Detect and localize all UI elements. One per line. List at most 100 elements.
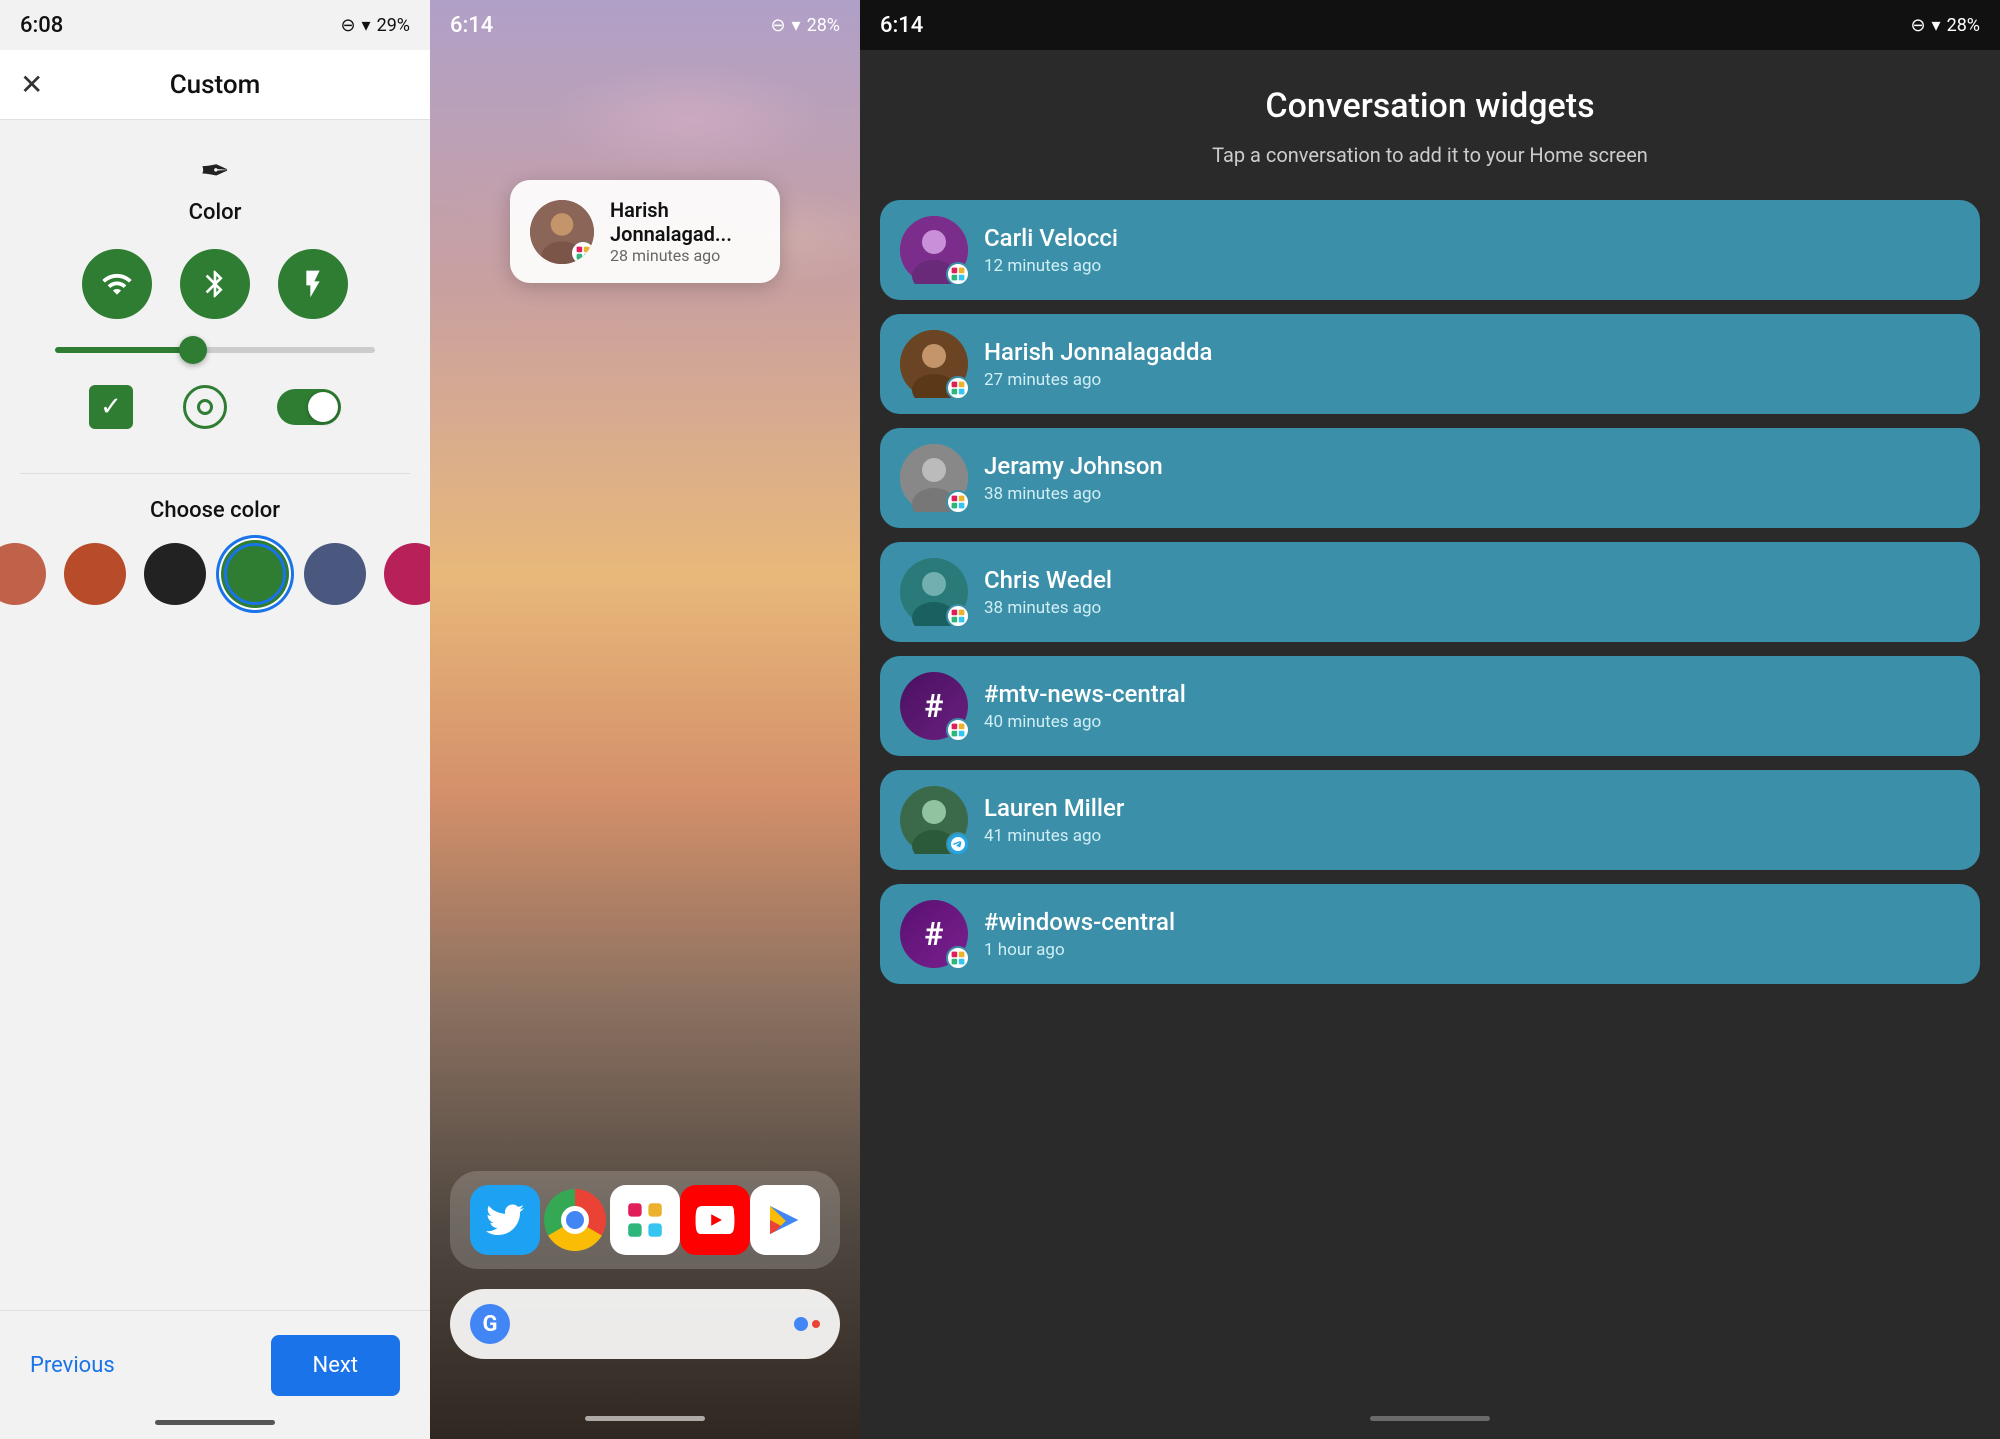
- flashlight-circle-icon[interactable]: [278, 249, 348, 319]
- cw-slack-badge-chris: [946, 604, 970, 628]
- google-mic-icon: [794, 1317, 820, 1331]
- cw-item-lauren[interactable]: Lauren Miller 41 minutes ago: [880, 770, 1980, 870]
- cw-item-mtv[interactable]: # #mtv-news-central 40 minutes ago: [880, 656, 1980, 756]
- bottom-bar-1: [155, 1420, 275, 1425]
- next-button[interactable]: Next: [271, 1335, 400, 1396]
- radio-control[interactable]: [183, 385, 227, 429]
- dock-chrome[interactable]: [540, 1185, 610, 1255]
- cw-name-jeramy: Jeramy Johnson: [984, 452, 1960, 480]
- cw-header: Conversation widgets Tap a conversation …: [860, 50, 2000, 190]
- close-button[interactable]: ✕: [20, 68, 43, 101]
- dock-slack[interactable]: [610, 1185, 680, 1255]
- cw-slack-badge-jeramy: [946, 490, 970, 514]
- dnd-icon-1: ⊖: [340, 15, 355, 36]
- status-bar-1: 6:08 ⊖ ▾ 29%: [0, 0, 430, 50]
- swatch-4[interactable]: [304, 543, 366, 605]
- toggle-control[interactable]: [277, 389, 341, 425]
- cw-item-carli[interactable]: Carli Velocci 12 minutes ago: [880, 200, 1980, 300]
- checkbox-control[interactable]: ✓: [89, 385, 133, 429]
- home-search-bar[interactable]: G: [450, 1289, 840, 1359]
- status-time-1: 6:08: [20, 13, 63, 38]
- cw-item-windows[interactable]: # #windows-central 1 hour ago: [880, 884, 1980, 984]
- cw-bottom-bar: [1370, 1416, 1490, 1421]
- cw-time-carli: 12 minutes ago: [984, 256, 1960, 276]
- cw-avatar-carli: [900, 216, 968, 284]
- cw-time-chris: 38 minutes ago: [984, 598, 1960, 618]
- dock-twitter[interactable]: [470, 1185, 540, 1255]
- widget-time: 28 minutes ago: [610, 246, 760, 265]
- custom-footer: Previous Next: [0, 1310, 430, 1420]
- google-g-logo: G: [470, 1304, 510, 1344]
- wifi-circle-icon[interactable]: [82, 249, 152, 319]
- swatch-3-selected[interactable]: [224, 543, 286, 605]
- cw-slack-badge-mtv: [946, 718, 970, 742]
- cw-info-mtv: #mtv-news-central 40 minutes ago: [984, 680, 1960, 732]
- dock-playstore[interactable]: [750, 1185, 820, 1255]
- color-slider[interactable]: [55, 347, 375, 353]
- cw-name-mtv: #mtv-news-central: [984, 680, 1960, 708]
- slider-track: [55, 347, 375, 353]
- cw-info-carli: Carli Velocci 12 minutes ago: [984, 224, 1960, 276]
- cw-status-time: 6:14: [880, 13, 923, 38]
- cw-status-bar: 6:14 ⊖ ▾ 28%: [860, 0, 2000, 50]
- home-status-time: 6:14: [450, 13, 493, 38]
- home-status-bar: 6:14 ⊖ ▾ 28%: [430, 0, 860, 50]
- slider-thumb[interactable]: [179, 336, 207, 364]
- cw-battery: 28%: [1947, 15, 1980, 36]
- cw-info-jeramy: Jeramy Johnson 38 minutes ago: [984, 452, 1960, 504]
- home-dock: [450, 1171, 840, 1269]
- custom-header: ✕ Custom: [0, 50, 430, 120]
- dock-youtube[interactable]: [680, 1185, 750, 1255]
- cw-time-jeramy: 38 minutes ago: [984, 484, 1960, 504]
- cw-avatar-harish: [900, 330, 968, 398]
- cw-wifi-icon: ▾: [1932, 15, 1941, 36]
- panel-conv-widgets: 6:14 ⊖ ▾ 28% Conversation widgets Tap a …: [860, 0, 2000, 1439]
- cw-name-windows: #windows-central: [984, 908, 1960, 936]
- custom-title: Custom: [170, 70, 261, 100]
- cw-slack-badge-carli: [946, 262, 970, 286]
- cw-info-windows: #windows-central 1 hour ago: [984, 908, 1960, 960]
- controls-row: ✓: [89, 385, 341, 429]
- radio-inner: [197, 399, 213, 415]
- cw-avatar-chris: [900, 558, 968, 626]
- home-battery: 28%: [807, 15, 840, 36]
- swatch-1[interactable]: [64, 543, 126, 605]
- home-status-icons: ⊖ ▾ 28%: [770, 15, 840, 36]
- cw-avatar-windows: #: [900, 900, 968, 968]
- swatch-2[interactable]: [144, 543, 206, 605]
- color-swatches: [0, 543, 446, 605]
- cw-info-chris: Chris Wedel 38 minutes ago: [984, 566, 1960, 618]
- custom-body: ✒ Color ✓: [0, 120, 430, 1310]
- bluetooth-circle-icon[interactable]: [180, 249, 250, 319]
- cw-slack-badge-harish: [946, 376, 970, 400]
- choose-color-label: Choose color: [150, 498, 280, 523]
- cw-item-harish[interactable]: Harish Jonnalagadda 27 minutes ago: [880, 314, 1980, 414]
- home-dnd-icon: ⊖: [770, 15, 785, 36]
- cw-item-chris[interactable]: Chris Wedel 38 minutes ago: [880, 542, 1980, 642]
- cw-time-mtv: 40 minutes ago: [984, 712, 1960, 732]
- cw-conversation-list: Carli Velocci 12 minutes ago: [860, 190, 2000, 1404]
- widget-avatar: [530, 200, 594, 264]
- home-bottom-bar: [585, 1416, 705, 1421]
- cw-name-harish: Harish Jonnalagadda: [984, 338, 1960, 366]
- cw-slack-badge-windows: [946, 946, 970, 970]
- conversation-widget[interactable]: Harish Jonnalagad... 28 minutes ago: [510, 180, 780, 283]
- panel-custom: 6:08 ⊖ ▾ 29% ✕ Custom ✒ Color: [0, 0, 430, 1439]
- previous-button[interactable]: Previous: [30, 1353, 115, 1378]
- cw-time-windows: 1 hour ago: [984, 940, 1960, 960]
- cw-name-carli: Carli Velocci: [984, 224, 1960, 252]
- cw-dnd-icon: ⊖: [1910, 15, 1925, 36]
- divider-1: [20, 473, 410, 474]
- widget-name: Harish Jonnalagad...: [610, 198, 760, 246]
- swatch-0[interactable]: [0, 543, 46, 605]
- cw-name-chris: Chris Wedel: [984, 566, 1960, 594]
- home-wifi-icon: ▾: [792, 15, 801, 36]
- cw-telegram-badge-lauren: [946, 832, 970, 856]
- cw-name-lauren: Lauren Miller: [984, 794, 1960, 822]
- cw-subtitle: Tap a conversation to add it to your Hom…: [890, 140, 1970, 170]
- cw-avatar-mtv: #: [900, 672, 968, 740]
- cw-avatar-lauren: [900, 786, 968, 854]
- cw-info-lauren: Lauren Miller 41 minutes ago: [984, 794, 1960, 846]
- color-icons-row: [82, 249, 348, 319]
- cw-item-jeramy[interactable]: Jeramy Johnson 38 minutes ago: [880, 428, 1980, 528]
